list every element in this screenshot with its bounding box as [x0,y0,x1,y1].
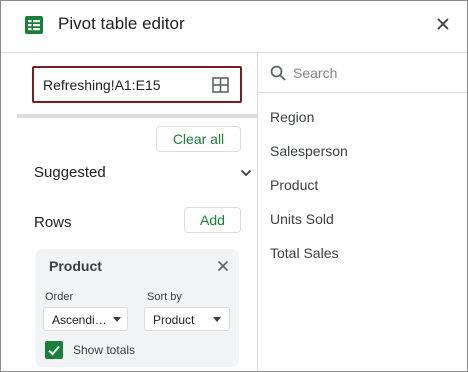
panel-title: Pivot table editor [58,14,185,33]
panel-header: Pivot table editor [1,1,467,53]
data-range-value: Refreshing!A1:E15 [43,77,161,93]
search-icon [270,65,286,81]
order-label: Order [45,291,74,303]
sort-by-select[interactable]: Product [144,307,230,331]
rows-heading: Rows [34,214,72,231]
field-item-total-sales[interactable]: Total Sales [270,245,338,261]
row-card-product: Product Order Sort by Ascendi… Product S… [35,249,239,367]
sort-by-select-value: Product [153,313,195,327]
remove-row-icon[interactable] [217,260,229,272]
show-totals-label: Show totals [73,343,136,357]
caret-down-icon [213,317,221,322]
field-item-salesperson[interactable]: Salesperson [270,143,348,159]
field-item-region[interactable]: Region [270,109,314,125]
add-row-button[interactable]: Add [184,207,241,233]
checkmark-icon [48,345,60,356]
field-search [258,53,467,93]
order-select[interactable]: Ascendi… [43,307,128,331]
suggested-heading[interactable]: Suggested [34,164,106,181]
row-card-title: Product [49,258,102,274]
show-totals-checkbox[interactable] [45,341,63,359]
caret-down-icon [113,317,121,322]
field-item-product[interactable]: Product [270,177,318,193]
clear-all-button[interactable]: Clear all [156,126,241,152]
pivot-editor-panel: Pivot table editor Refreshing!A1:E15 Cle… [0,0,468,372]
select-range-grid-icon[interactable] [212,77,229,93]
sort-by-label: Sort by [147,291,182,303]
fields-panel: Region Salesperson Product Units Sold To… [258,53,467,371]
field-item-units-sold[interactable]: Units Sold [270,211,334,227]
data-range-field[interactable]: Refreshing!A1:E15 [32,66,242,103]
chevron-down-icon[interactable] [240,169,252,177]
search-input[interactable] [293,62,458,84]
sheets-icon [25,16,43,34]
left-panel: Refreshing!A1:E15 Clear all Suggested Ro… [1,53,257,371]
order-select-value: Ascendi… [52,313,107,327]
close-icon[interactable] [435,16,451,32]
section-divider [17,114,257,118]
